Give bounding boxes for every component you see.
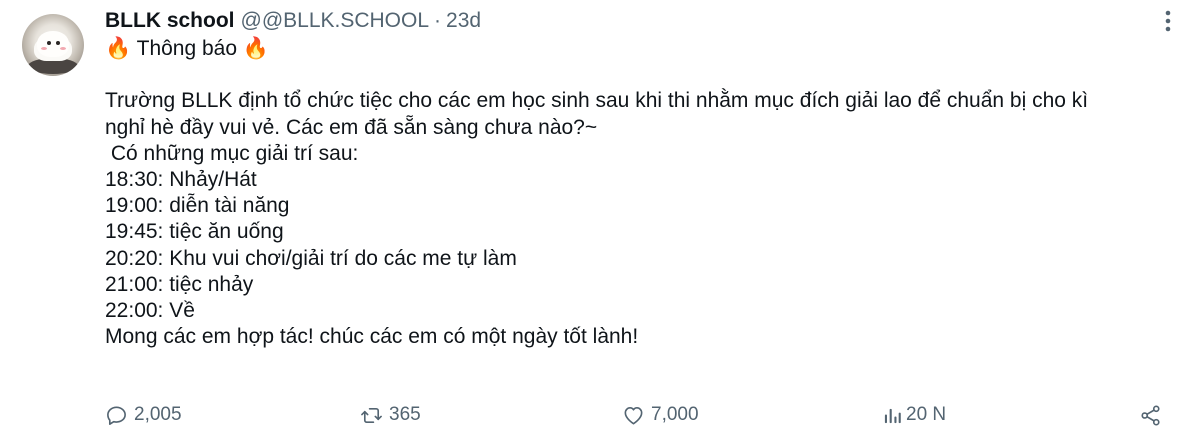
heart-icon [624,406,643,424]
retweet-button[interactable]: 365 [360,398,421,432]
header-separator: · [434,9,442,32]
schedule-item: 22:00: Về [105,298,195,322]
avatar-eye-right [56,41,60,45]
share-button[interactable] [1139,398,1162,432]
tweet-title-line: 🔥 Thông báo 🔥 [105,36,1185,62]
paragraph-line: nghỉ hè đầy vui vẻ. Các em đã sẵn sàng c… [105,115,598,139]
schedule-item: 19:00: diễn tài năng [105,194,290,218]
retweet-count: 365 [389,404,421,425]
reply-button[interactable]: 2,005 [105,398,182,432]
avatar-eye-left [47,41,51,45]
retweet-icon [361,407,382,423]
tweet-text: 🔥 Thông báo 🔥 Trường BLLK định tổ chức t… [105,36,1185,350]
schedule-item: 21:00: tiệc nhảy [105,272,254,296]
action-bar: 2,005 365 7,000 20 N [0,398,1200,432]
user-handle[interactable]: @@BLLK.SCHOOL [241,9,430,33]
like-count: 7,000 [651,404,699,425]
views-icon [884,408,901,423]
share-icon [1141,404,1160,426]
reply-icon [107,406,126,425]
tweet-title: Thông báo [136,37,238,60]
avatar-cheek-right [60,47,66,50]
paragraph-line: Trường BLLK định tổ chức tiệc cho các em… [105,89,1089,113]
avatar-ghost [37,31,69,57]
schedule-item: 20:20: Khu vui chơi/giải trí do các me t… [105,246,517,270]
more-vertical-icon [1165,10,1171,32]
schedule-item: 18:30: Nhảy/Hát [105,167,257,191]
closing-line: Mong các em hợp tác! chúc các em có một … [105,325,639,349]
more-options-button[interactable] [1157,9,1179,33]
tweet-header: BLLK school @@BLLK.SCHOOL · 23d [105,8,481,34]
views-count: 20 N [906,404,947,425]
like-button[interactable]: 7,000 [622,398,699,432]
display-name[interactable]: BLLK school [105,9,235,33]
timestamp[interactable]: 23d [446,9,481,33]
avatar-cheek-left [41,47,47,50]
views-button[interactable]: 20 N [883,398,946,432]
avatar[interactable] [22,14,84,76]
avatar-shadow [28,58,78,74]
reply-count: 2,005 [134,404,182,425]
fire-icon: 🔥 [105,37,132,60]
fire-icon: 🔥 [242,37,270,60]
list-intro: Có những mục giải trí sau: [105,141,359,165]
tweet[interactable]: BLLK school @@BLLK.SCHOOL · 23d 🔥 Thông … [0,0,1200,446]
schedule-item: 19:45: tiệc ăn uống [105,220,284,244]
